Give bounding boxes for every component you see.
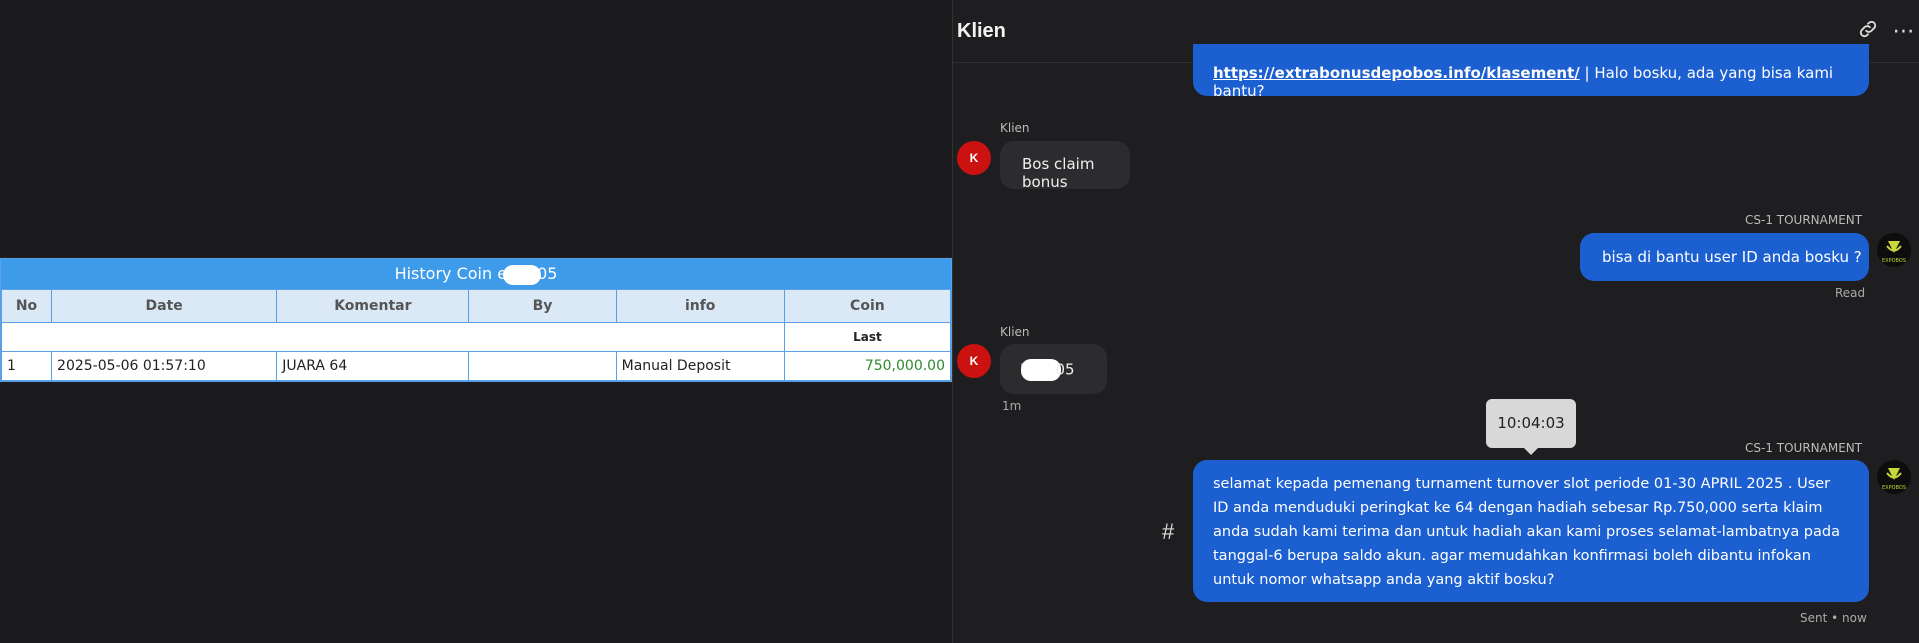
left-pane: History Coin e 05 No Date Komentar By inf… bbox=[0, 0, 952, 643]
col-header-info[interactable]: info bbox=[615, 289, 785, 323]
chat-title: Klien bbox=[957, 20, 1006, 42]
col-header-no[interactable]: No bbox=[0, 289, 53, 323]
message-bubble-incoming: Bos claim bonus bbox=[1000, 141, 1130, 191]
message-link[interactable]: https://extrabonusdepobos.info/klasement… bbox=[1213, 64, 1580, 82]
table-header-row: No Date Komentar By info Coin bbox=[0, 289, 952, 323]
cell-no: 1 bbox=[0, 351, 53, 381]
sender-label: Klien bbox=[1000, 121, 1030, 135]
read-status: Read bbox=[1835, 286, 1866, 300]
avatar-cs-logo: EXPOBOS bbox=[1877, 233, 1911, 267]
col-header-coin[interactable]: Coin bbox=[783, 289, 952, 323]
cell-date: 2025-05-06 01:57:10 bbox=[51, 351, 278, 381]
cell-coin: 750,000.00 bbox=[783, 351, 952, 381]
table-row[interactable]: 1 2025-05-06 01:57:10 JUARA 64 Manual De… bbox=[0, 351, 952, 381]
history-table: No Date Komentar By info Coin Last 1 202… bbox=[0, 289, 952, 381]
message-bubble-incoming: E05 bbox=[1000, 344, 1107, 394]
history-title-prefix: History Coin e bbox=[394, 264, 508, 283]
col-header-by[interactable]: By bbox=[468, 289, 617, 323]
message-bubble-outgoing: bisa di bantu user ID anda bosku ? bbox=[1580, 233, 1869, 281]
col-header-komentar[interactable]: Komentar bbox=[276, 289, 470, 323]
cell-by bbox=[468, 351, 617, 381]
redaction-blob bbox=[503, 264, 542, 285]
subheader-last: Last bbox=[783, 322, 952, 352]
timestamp-tooltip: 10:04:03 bbox=[1486, 399, 1576, 455]
more-options-icon[interactable]: ⋯ bbox=[1891, 18, 1917, 44]
link-icon[interactable] bbox=[1855, 18, 1881, 44]
message-time: 1m bbox=[1002, 399, 1022, 413]
avatar-cs-logo: EXPOBOS bbox=[1877, 460, 1911, 494]
sender-label: CS-1 TOURNAMENT bbox=[1745, 213, 1863, 227]
sender-label: CS-1 TOURNAMENT bbox=[1745, 441, 1863, 455]
message-bubble-outgoing: selamat kepada pemenang turnament turnov… bbox=[1193, 460, 1869, 602]
avatar: K bbox=[957, 141, 991, 175]
message-bubble-outgoing: https://extrabonusdepobos.info/klasement… bbox=[1193, 44, 1869, 100]
avatar: K bbox=[957, 344, 991, 378]
cs-logo-text: EXPOBOS bbox=[1882, 485, 1906, 491]
cell-info: Manual Deposit bbox=[615, 351, 785, 381]
message-text-suffix: 05 bbox=[1055, 360, 1075, 379]
chat-pane: Klien ⋯ https://extrabonusdepobos.info/k… bbox=[952, 0, 1919, 643]
history-coin-panel: History Coin e 05 No Date Komentar By inf… bbox=[0, 258, 952, 382]
cell-komentar: JUARA 64 bbox=[276, 351, 470, 381]
subheader-empty bbox=[1, 322, 785, 352]
col-header-date[interactable]: Date bbox=[51, 289, 278, 323]
history-title: History Coin e 05 bbox=[1, 259, 951, 289]
table-subheader-row: Last bbox=[1, 322, 952, 352]
cs-logo-text: EXPOBOS bbox=[1882, 258, 1906, 264]
history-title-suffix: 05 bbox=[537, 264, 558, 283]
sent-status: Sent • now bbox=[1800, 611, 1867, 625]
hashtag-icon[interactable]: # bbox=[1162, 519, 1174, 545]
sender-label: Klien bbox=[1000, 325, 1030, 339]
